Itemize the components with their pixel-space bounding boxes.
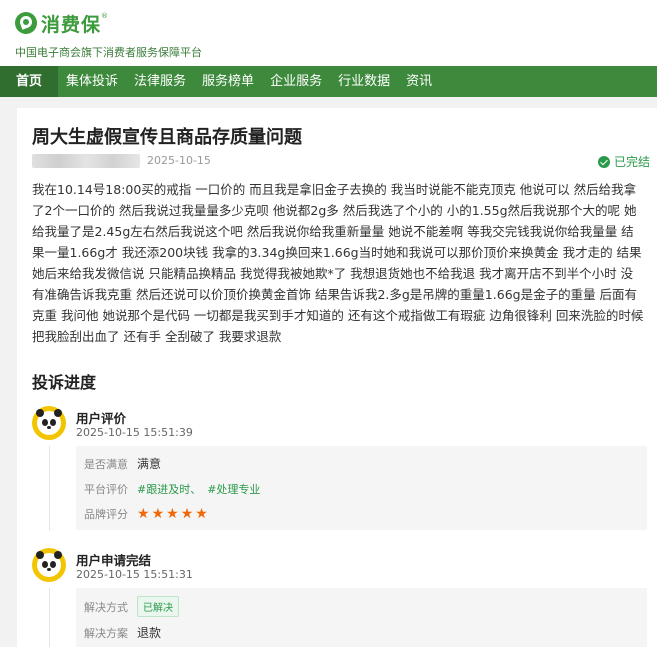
row-value: 满意 [137, 457, 162, 471]
logo-text: 消费保 [41, 13, 102, 36]
avatar [32, 406, 66, 440]
check-circle-icon [597, 155, 610, 168]
nav-item-service-ranking[interactable]: 服务榜单 [194, 66, 262, 97]
detail-row-platform-review: 平台评价 #跟进及时、 #处理专业 [84, 481, 266, 497]
timeline-step: 用户评价 2025-10-15 15:51:39 是否满意 满意 平台评价 #跟… [32, 406, 647, 531]
row-value: 退款 [137, 626, 162, 640]
nav-item-enterprise-service[interactable]: 企业服务 [262, 66, 330, 97]
logo-icon [15, 12, 37, 34]
complaint-card: 周大生虚假宣传且商品存质量问题 2025-10-15 已完结 我在10.14号1… [17, 108, 657, 647]
review-tag: #处理专业 [207, 483, 261, 496]
nav-item-legal-service[interactable]: 法律服务 [126, 66, 194, 97]
site-tagline: 中国电子商会旗下消费者服务保障平台 [15, 46, 202, 59]
panda-icon [36, 551, 62, 577]
row-label: 解决方案 [84, 626, 128, 640]
step-time: 2025-10-15 15:51:31 [76, 568, 193, 581]
detail-row-satisfaction: 是否满意 满意 [84, 455, 161, 472]
step-title: 用户申请完结 [76, 553, 152, 568]
step-time: 2025-10-15 15:51:39 [76, 426, 193, 439]
timeline-line [49, 588, 50, 647]
complaint-title: 周大生虚假宣传且商品存质量问题 [32, 127, 302, 148]
blurred-username [32, 154, 140, 168]
row-label: 是否满意 [84, 457, 128, 471]
avatar [32, 548, 66, 582]
step-detail-box: 解决方式 已解决 解决方案 退款 [76, 588, 647, 647]
complaint-date: 2025-10-15 [147, 154, 211, 167]
nav-item-collective-complaint[interactable]: 集体投诉 [58, 66, 126, 97]
detail-row-brand-rating: 品牌评分 ★ ★ ★ ★ ★ [84, 506, 210, 522]
complaint-meta: 2025-10-15 已完结 [32, 153, 650, 169]
star-icon: ★ [195, 506, 208, 522]
step-detail-box: 是否满意 满意 平台评价 #跟进及时、 #处理专业 品牌评分 ★ ★ ★ ★ ★ [76, 446, 647, 530]
rating-stars: ★ ★ ★ ★ ★ [137, 507, 210, 521]
registered-mark: ® [101, 12, 109, 20]
review-tag: #跟进及时、 [137, 483, 202, 496]
detail-row-resolution-plan: 解决方案 退款 [84, 624, 161, 641]
detail-row-resolution-method: 解决方式 已解决 [84, 596, 179, 617]
status-text: 已完结 [613, 155, 650, 169]
complaint-body: 我在10.14号18:00买的戒指 一口价的 而且我是拿旧金子去换的 我当时说能… [32, 182, 644, 344]
resolved-badge: 已解决 [137, 596, 179, 617]
site-header: 消费保 ® 中国电子商会旗下消费者服务保障平台 [0, 0, 657, 66]
star-icon: ★ [137, 506, 150, 522]
main-nav: 首页 集体投诉 法律服务 服务榜单 企业服务 行业数据 资讯 [0, 66, 657, 97]
row-label: 品牌评分 [84, 508, 128, 521]
step-title: 用户评价 [76, 411, 127, 426]
panda-icon [36, 409, 62, 435]
progress-title: 投诉进度 [32, 373, 97, 392]
row-label: 平台评价 [84, 483, 128, 496]
star-icon: ★ [166, 506, 179, 522]
timeline-step: 用户申请完结 2025-10-15 15:51:31 解决方式 已解决 解决方案… [32, 548, 647, 647]
nav-item-home[interactable]: 首页 [0, 66, 59, 97]
star-icon: ★ [151, 506, 165, 522]
row-label: 解决方式 [84, 600, 128, 614]
timeline-line [49, 446, 50, 531]
star-icon: ★ [180, 506, 194, 522]
nav-item-news[interactable]: 资讯 [398, 66, 440, 97]
site-logo[interactable]: 消费保 ® [15, 10, 108, 36]
complaint-status: 已完结 [597, 153, 650, 170]
nav-item-industry-data[interactable]: 行业数据 [330, 66, 398, 97]
